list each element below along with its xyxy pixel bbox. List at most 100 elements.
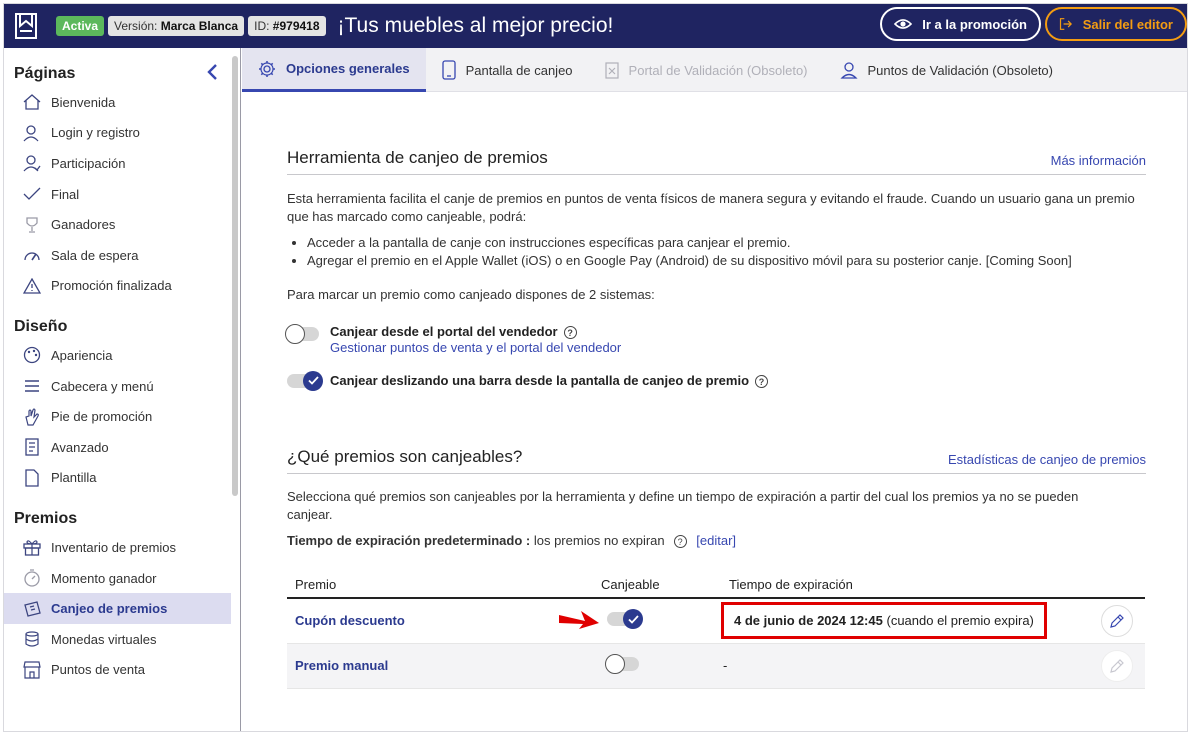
help-icon[interactable]: ? (563, 326, 577, 340)
more-info-link[interactable]: Más información (1051, 153, 1146, 168)
help-icon[interactable]: ? (673, 535, 687, 549)
document-icon (22, 468, 42, 488)
sidebar-item-cabecera[interactable]: Cabecera y menú (4, 371, 231, 402)
checkmark-icon (627, 615, 639, 624)
sidebar-item-sala-espera[interactable]: Sala de espera (4, 240, 231, 271)
sidebar-item-label: Promoción finalizada (51, 278, 172, 294)
sidebar-item-label: Bienvenida (51, 94, 116, 110)
exit-editor-label: Salir del editor (1082, 16, 1173, 32)
store-icon (22, 660, 42, 680)
option-slide-bar: Canjear deslizando una barra desde la pa… (287, 370, 1146, 391)
sidebar-item-label: Avanzado (51, 439, 109, 455)
logo-icon (15, 13, 37, 39)
location-user-icon (839, 62, 858, 79)
sidebar-item-label: Sala de espera (51, 247, 139, 263)
phone-icon (441, 60, 456, 80)
tab-label: Pantalla de canjeo (465, 62, 573, 78)
tab-opciones-generales[interactable]: Opciones generales (242, 48, 426, 92)
id-badge: ID: #979418 (248, 16, 326, 36)
sidebar-item-label: Puntos de venta (51, 662, 145, 678)
tab-label: Portal de Validación (Obsoleto) (628, 62, 808, 78)
column-header: Premio (287, 572, 593, 600)
exit-editor-button[interactable]: Salir del editor (1045, 7, 1187, 41)
sidebar-item-label: Inventario de premios (51, 539, 177, 555)
expiry-date: - (723, 658, 728, 674)
column-header-actions (1093, 572, 1145, 600)
menu-icon (22, 376, 42, 396)
manage-points-link[interactable]: Gestionar puntos de venta y el portal de… (330, 340, 621, 355)
sidebar-item-label: Momento ganador (51, 570, 157, 586)
home-icon (22, 92, 42, 112)
go-to-promotion-button[interactable]: Ir a la promoción (880, 7, 1041, 41)
gauge-icon (22, 245, 42, 265)
help-icon[interactable]: ? (755, 375, 769, 389)
collapse-sidebar-icon[interactable] (206, 61, 218, 87)
redeemable-toggle[interactable] (605, 654, 639, 675)
sidebar-item-label: Login y registro (51, 125, 140, 141)
slide-bar-toggle[interactable] (287, 370, 323, 391)
tool-section-header: Herramienta de canjeo de premios Más inf… (287, 148, 1146, 175)
sidebar-section-title: Premios (14, 510, 78, 528)
tool-intro-text: Esta herramienta facilita el canje de pr… (287, 191, 1135, 224)
sidebar-item-apariencia[interactable]: Apariencia (4, 340, 231, 371)
version-label: Versión: (114, 19, 158, 33)
redeem-stats-link[interactable]: Estadísticas de canjeo de premios (948, 452, 1146, 467)
id-label: ID: (254, 19, 270, 33)
sidebar-item-avanzado[interactable]: Avanzado (4, 432, 231, 463)
user-login-icon (22, 123, 42, 143)
sidebar-item-label: Ganadores (51, 217, 116, 233)
expiry-note: (cuando el premio expira) (886, 613, 1034, 629)
id-value: #979418 (272, 19, 320, 33)
edit-expiry-link[interactable]: [editar] (696, 533, 736, 548)
sidebar-item-monedas[interactable]: Monedas virtuales (4, 624, 231, 655)
sidebar-item-label: Plantilla (51, 470, 97, 486)
sidebar-item-inventario[interactable]: Inventario de premios (4, 532, 231, 563)
sidebar-item-plantilla[interactable]: Plantilla (4, 463, 231, 494)
sidebar-item-pie[interactable]: Pie de promoción (4, 401, 231, 432)
sidebar-section-title: Diseño (14, 318, 68, 336)
sidebar-item-label: Apariencia (51, 347, 113, 363)
sidebar-item-momento-ganador[interactable]: Momento ganador (4, 563, 231, 594)
sidebar-scrollbar[interactable] (232, 56, 238, 496)
coins-icon (22, 629, 42, 649)
tab-portal-validacion[interactable]: Portal de Validación (Obsoleto) (589, 48, 824, 92)
sidebar-item-label: Canjeo de premios (51, 601, 168, 617)
sidebar-item-final[interactable]: Final (4, 179, 231, 210)
prize-name[interactable]: Premio manual (295, 658, 388, 673)
ticket-icon (22, 599, 42, 619)
eye-icon (894, 19, 913, 29)
go-to-promotion-label: Ir a la promoción (922, 16, 1027, 32)
sidebar-item-promocion-finalizada[interactable]: Promoción finalizada (4, 271, 231, 302)
sidebar-item-bienvenida[interactable]: Bienvenida (4, 87, 231, 118)
app-logo[interactable] (4, 4, 48, 48)
sidebar-item-label: Pie de promoción (51, 409, 153, 425)
prizes-description: Selecciona qué premios son canjeables po… (287, 489, 1079, 523)
seller-portal-toggle[interactable] (285, 324, 319, 344)
red-arrow-icon (559, 611, 599, 630)
expiry-date: 4 de junio de 2024 12:45 (734, 613, 883, 629)
redeemable-toggle[interactable] (607, 609, 643, 630)
sidebar-item-label: Participación (51, 155, 126, 171)
default-expiry-row: Tiempo de expiración predeterminado : lo… (287, 532, 1146, 550)
sidebar-item-ganadores[interactable]: Ganadores (4, 209, 231, 240)
tab-label: Puntos de Validación (Obsoleto) (867, 62, 1053, 78)
edit-prize-button[interactable] (1101, 604, 1133, 637)
status-badge: Activa (56, 16, 105, 36)
edit-prize-button[interactable] (1101, 649, 1133, 682)
default-expiry-label: Tiempo de expiración predeterminado : (287, 533, 531, 549)
sidebar-item-canjeo-premios[interactable]: Canjeo de premios (4, 593, 231, 624)
tab-puntos-validacion[interactable]: Puntos de Validación (Obsoleto) (824, 48, 1069, 92)
prize-name[interactable]: Cupón descuento (295, 613, 405, 628)
prizes-table: Premio Canjeable Tiempo de expiración Cu… (287, 572, 1145, 689)
code-icon (22, 437, 42, 457)
sidebar-section-title: Páginas (14, 65, 76, 82)
tab-bar: Opciones generales Pantalla de canjeo Po… (242, 48, 1187, 92)
default-expiry-value: los premios no expiran (533, 533, 665, 549)
seller-portal-label: Canjear desde el portal del vendedor (330, 324, 558, 339)
sidebar-item-puntos-venta[interactable]: Puntos de venta (4, 655, 231, 686)
top-bar: Activa Versión: Marca Blanca ID: #979418… (4, 4, 1187, 48)
sidebar-item-participacion[interactable]: Participación (4, 148, 231, 179)
tab-pantalla-canjeo[interactable]: Pantalla de canjeo (426, 48, 589, 92)
tool-bullet-list: Acceder a la pantalla de canje con instr… (287, 234, 1146, 270)
sidebar-item-login[interactable]: Login y registro (4, 118, 231, 149)
